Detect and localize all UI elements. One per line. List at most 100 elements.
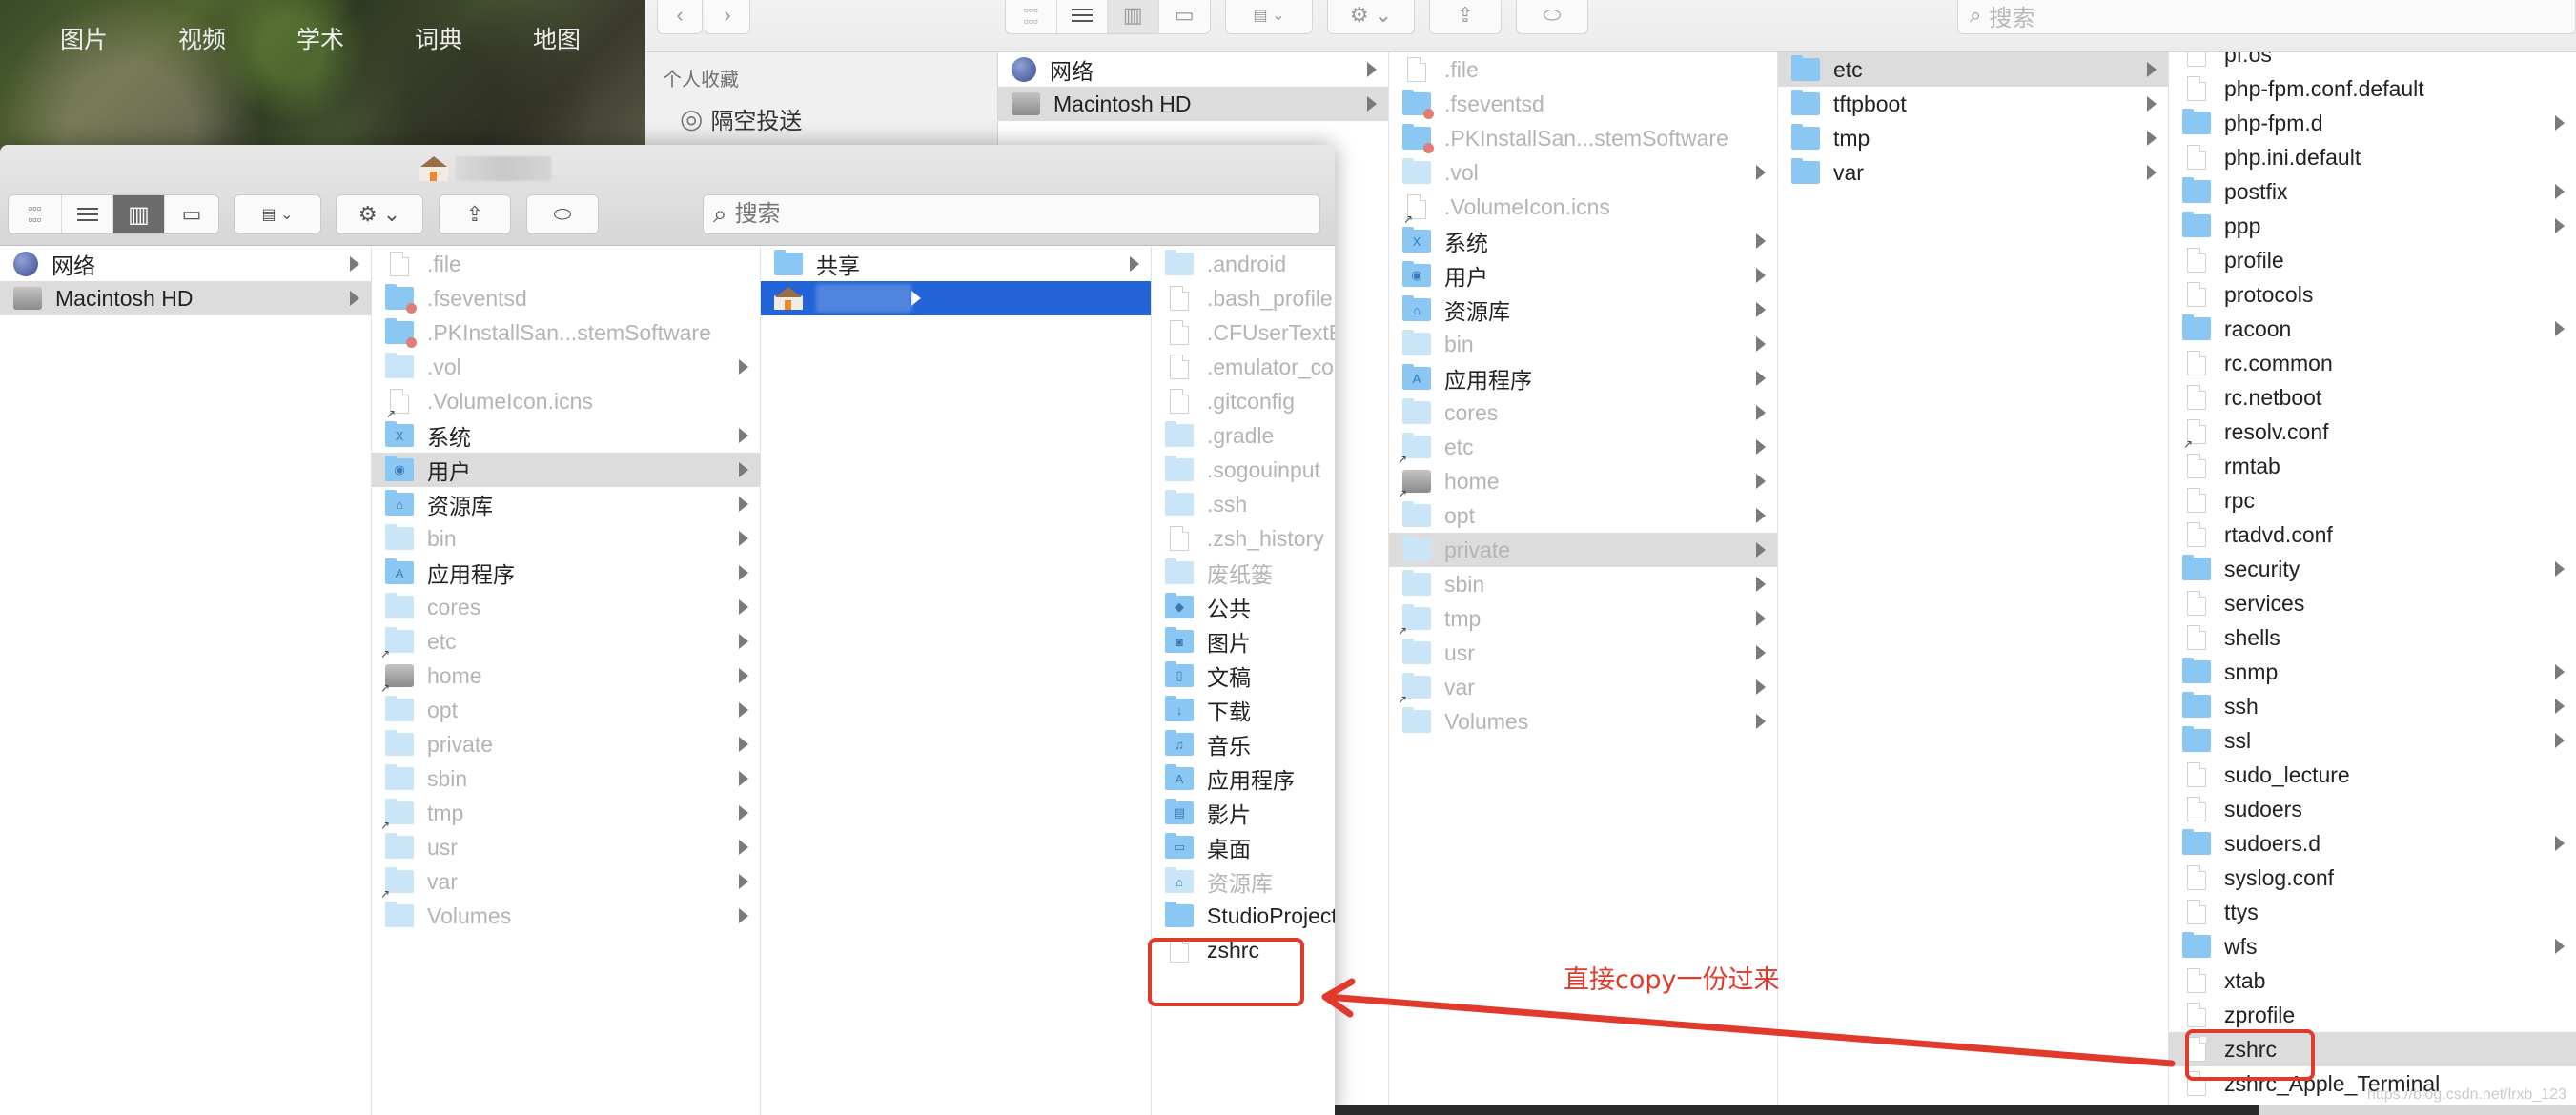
- list-item[interactable]: etc: [1389, 430, 1777, 466]
- list-item[interactable]: StudioProjects: [1152, 899, 1335, 933]
- list-item[interactable]: protocols: [2169, 277, 2576, 312]
- list-item[interactable]: Volumes: [1389, 704, 1777, 739]
- list-item[interactable]: shells: [2169, 620, 2576, 655]
- list-item[interactable]: opt: [372, 693, 760, 727]
- list-item[interactable]: ttys: [2169, 895, 2576, 929]
- action-button[interactable]: ⚙ ⌄: [336, 194, 423, 234]
- list-item[interactable]: sudo_lecture: [2169, 758, 2576, 792]
- list-item[interactable]: .vol: [1389, 155, 1777, 190]
- list-item[interactable]: usr: [1389, 636, 1777, 670]
- list-item[interactable]: ssl: [2169, 723, 2576, 758]
- search-input[interactable]: [734, 201, 1280, 228]
- list-item[interactable]: var: [1778, 155, 2168, 190]
- share-button[interactable]: ⇪: [439, 194, 511, 234]
- list-item[interactable]: zprofile: [2169, 998, 2576, 1032]
- list-item[interactable]: php-fpm.conf.default: [2169, 71, 2576, 106]
- list-item[interactable]: tftpboot: [1778, 87, 2168, 121]
- list-item[interactable]: profile: [2169, 243, 2576, 277]
- list-item[interactable]: .zsh_history: [1152, 521, 1335, 556]
- list-item[interactable]: etc: [1778, 52, 2168, 87]
- group-button[interactable]: ▤ ⌄: [1225, 0, 1313, 34]
- list-item[interactable]: .file: [1389, 52, 1777, 87]
- list-item[interactable]: var: [372, 864, 760, 901]
- tag-button[interactable]: ⬭: [1516, 0, 1588, 34]
- back-button[interactable]: ‹: [657, 0, 703, 34]
- list-item[interactable]: syslog.conf: [2169, 861, 2576, 895]
- list-item[interactable]: ⌂ 资源库: [372, 487, 760, 521]
- list-item[interactable]: .sogouinput: [1152, 453, 1335, 487]
- list-item[interactable]: .gitconfig: [1152, 384, 1335, 418]
- list-item[interactable]: snmp: [2169, 655, 2576, 689]
- list-item[interactable]: ↓ 下载: [1152, 693, 1335, 727]
- web-nav-dictionary[interactable]: 词典: [379, 21, 498, 55]
- list-item[interactable]: php-fpm.d: [2169, 106, 2576, 140]
- forward-button[interactable]: ›: [705, 0, 750, 34]
- list-item[interactable]: .android: [1152, 247, 1335, 281]
- list-item[interactable]: ⌂ 资源库: [1152, 864, 1335, 899]
- list-item[interactable]: private: [372, 727, 760, 761]
- list-item[interactable]: php.ini.default: [2169, 140, 2576, 174]
- list-item[interactable]: Volumes: [372, 899, 760, 933]
- list-item[interactable]: ♫ 音乐: [1152, 727, 1335, 761]
- web-nav-academic[interactable]: 学术: [261, 21, 379, 55]
- list-item[interactable]: services: [2169, 586, 2576, 620]
- list-item[interactable]: bin: [372, 521, 760, 556]
- icon-view-button[interactable]: ▫▫▫ ▫▫▫: [1006, 0, 1057, 33]
- list-item[interactable]: .CFUserTextEncoding: [1152, 315, 1335, 350]
- list-item[interactable]: ◆ 公共: [1152, 590, 1335, 624]
- list-item[interactable]: ppp: [2169, 209, 2576, 243]
- list-item[interactable]: .fseventsd: [372, 281, 760, 315]
- list-item[interactable]: tmp: [372, 796, 760, 832]
- list-item[interactable]: .ssh: [1152, 487, 1335, 521]
- share-button[interactable]: ⇪: [1429, 0, 1502, 34]
- list-item[interactable]: ◙ 图片: [1152, 624, 1335, 659]
- list-item[interactable]: sbin: [372, 761, 760, 796]
- list-item[interactable]: bin: [1389, 327, 1777, 361]
- list-item[interactable]: .vol: [372, 350, 760, 384]
- icon-view-button[interactable]: ▫▫▫ ▫▫▫: [9, 195, 62, 233]
- list-item[interactable]: ⌂ 资源库: [1389, 293, 1777, 327]
- list-item[interactable]: ◉ 用户: [372, 453, 760, 487]
- sidebar-item-airdrop[interactable]: ◎ 隔空投送: [680, 102, 802, 135]
- list-item[interactable]: ▤ 影片: [1152, 796, 1335, 830]
- column-view-button[interactable]: ▥: [113, 195, 165, 233]
- list-item[interactable]: rtadvd.conf: [2169, 517, 2576, 552]
- list-item[interactable]: home: [1389, 464, 1777, 500]
- list-item[interactable]: .gradle: [1152, 418, 1335, 453]
- list-item[interactable]: sudoers.d: [2169, 826, 2576, 861]
- list-item[interactable]: [761, 281, 1151, 315]
- list-item[interactable]: .fseventsd: [1389, 87, 1777, 121]
- list-item[interactable]: .file: [372, 247, 760, 281]
- search-field[interactable]: ⌕: [703, 194, 1320, 234]
- list-view-button[interactable]: [1057, 0, 1108, 33]
- gallery-view-button[interactable]: ▭: [1159, 0, 1211, 33]
- list-item[interactable]: rc.netboot: [2169, 380, 2576, 415]
- list-item[interactable]: postfix: [2169, 174, 2576, 209]
- list-item[interactable]: ▯ 文稿: [1152, 659, 1335, 693]
- list-item[interactable]: .VolumeIcon.icns: [372, 384, 760, 421]
- list-item[interactable]: .emulator_console_auth_token: [1152, 350, 1335, 384]
- list-item[interactable]: private: [1389, 533, 1777, 567]
- list-item[interactable]: .VolumeIcon.icns: [1389, 190, 1777, 227]
- list-item[interactable]: home: [372, 659, 760, 695]
- web-nav-maps[interactable]: 地图: [498, 21, 616, 55]
- list-item[interactable]: ▭ 桌面: [1152, 830, 1335, 864]
- list-item[interactable]: ssh: [2169, 689, 2576, 723]
- list-item[interactable]: 网络: [998, 52, 1388, 87]
- gallery-view-button[interactable]: ▭: [165, 195, 218, 233]
- list-item[interactable]: etc: [372, 624, 760, 660]
- web-nav-videos[interactable]: 视频: [143, 21, 261, 55]
- list-item[interactable]: 网络: [0, 247, 371, 281]
- action-button[interactable]: ⚙ ⌄: [1327, 0, 1415, 34]
- web-nav-images[interactable]: 图片: [25, 21, 143, 55]
- list-item[interactable]: tmp: [1389, 601, 1777, 638]
- list-item[interactable]: .bash_profile: [1152, 281, 1335, 315]
- list-item[interactable]: wfs: [2169, 929, 2576, 963]
- list-item[interactable]: .PKInstallSan...stemSoftware: [372, 315, 760, 350]
- list-item[interactable]: rmtab: [2169, 449, 2576, 483]
- list-item[interactable]: .PKInstallSan...stemSoftware: [1389, 121, 1777, 155]
- list-item[interactable]: Macintosh HD: [0, 281, 371, 315]
- list-item[interactable]: pf.os: [2169, 52, 2576, 71]
- group-button[interactable]: ▤ ⌄: [234, 194, 321, 234]
- list-item[interactable]: X 系统: [1389, 224, 1777, 258]
